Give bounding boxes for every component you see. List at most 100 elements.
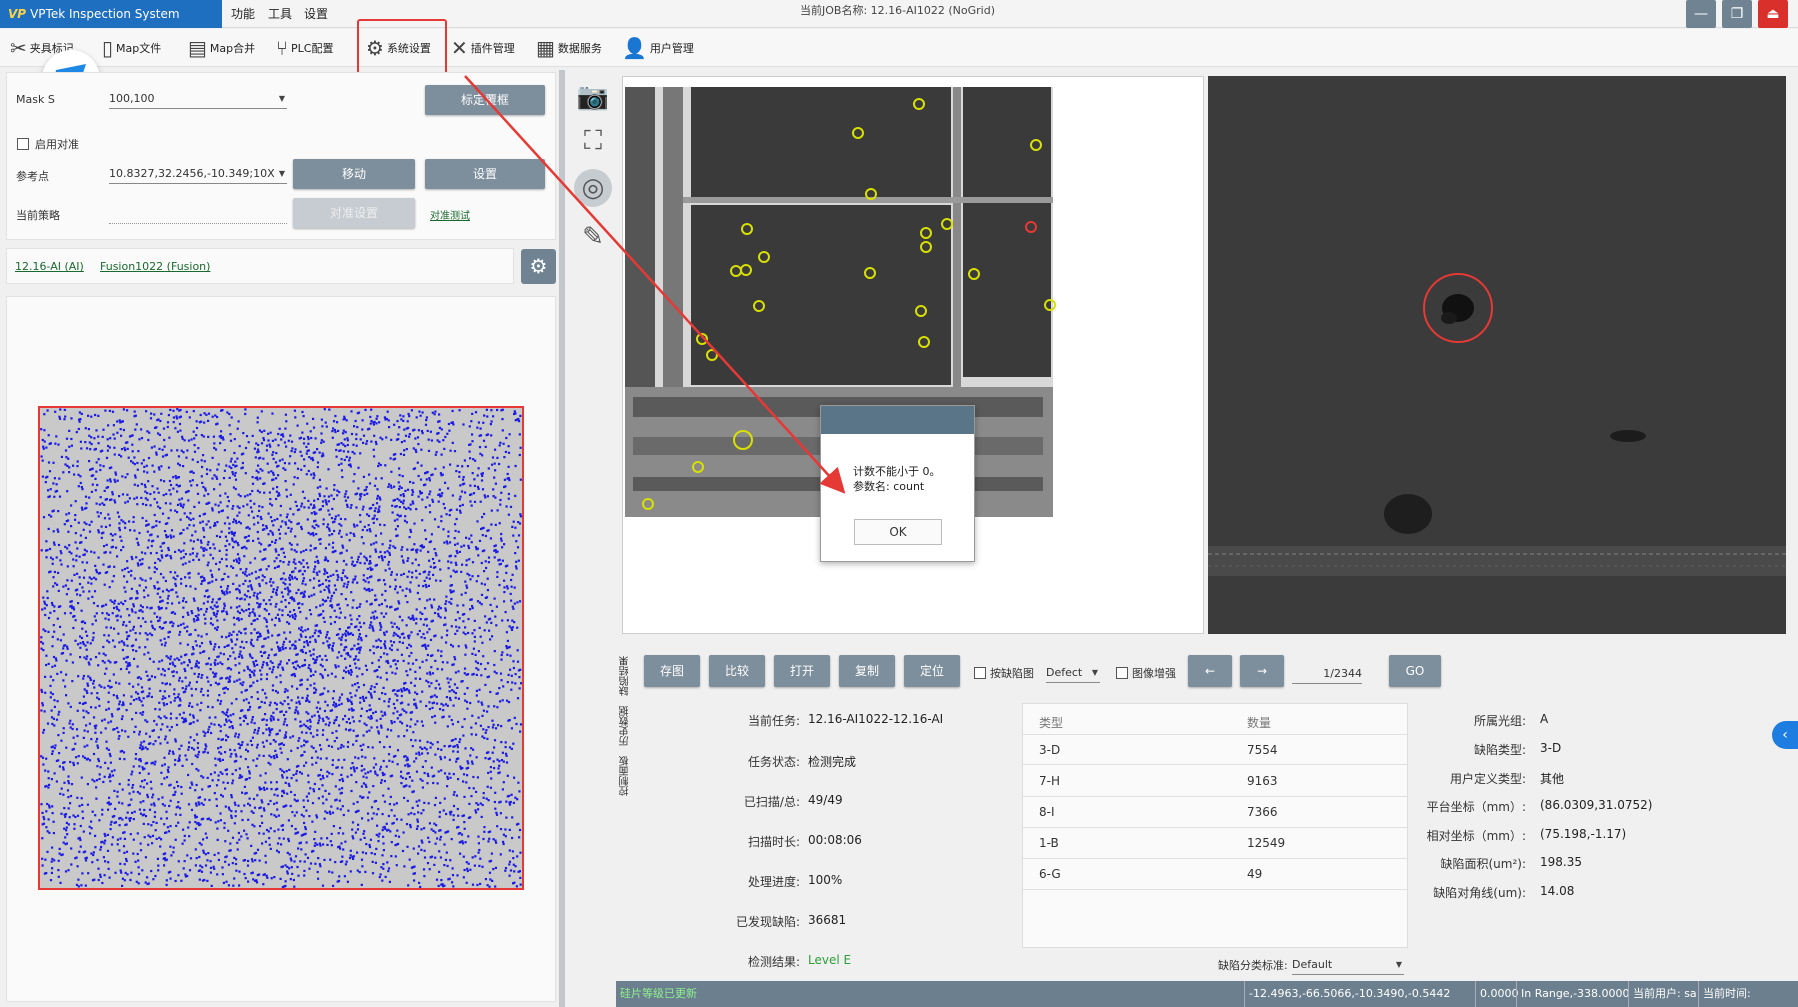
row-type: 1-B <box>1039 836 1059 850</box>
status-message: 硅片等级已更新 <box>620 987 697 1000</box>
copy-button[interactable]: 复制 <box>839 655 895 687</box>
strategy-field[interactable] <box>109 223 287 224</box>
open-button[interactable]: 打开 <box>774 655 830 687</box>
save-image-button[interactable]: 存图 <box>644 655 700 687</box>
align-settings-button[interactable]: 对准设置 <box>293 198 415 228</box>
next-button[interactable]: → <box>1240 655 1284 687</box>
panel-splitter[interactable] <box>559 70 565 1007</box>
table-row[interactable]: 6-G 49 <box>1023 859 1407 890</box>
toolbar-plugins[interactable]: ✕ 插件管理 <box>451 29 515 67</box>
toolbar-plc[interactable]: ⑂ PLC配置 <box>276 29 333 67</box>
row-count: 7366 <box>1247 805 1278 819</box>
detail-label: 缺陷类型: <box>1473 743 1526 757</box>
move-button[interactable]: 移动 <box>293 159 415 189</box>
exit-icon[interactable]: ⏏ <box>1758 0 1788 28</box>
toolbar: ✂ 夹具标记 ▯ Map文件 ▤ Map合并 ⑂ PLC配置 ⚙ 系统设置 ✕ 插件管理 ▦… <box>0 29 1798 67</box>
prev-button[interactable]: ← <box>1188 655 1232 687</box>
toolbar-label: Map合并 <box>209 42 256 55</box>
defect-select[interactable]: Defect ▼ <box>1046 663 1100 683</box>
task-value: 12.16-AI1022-12.16-AI <box>808 712 944 726</box>
defect-closeup-viewer[interactable] <box>1208 76 1786 634</box>
table-row[interactable]: 7-H 9163 <box>1023 766 1407 797</box>
toolbar-data-service[interactable]: ▦ 数据服务 <box>536 29 602 67</box>
alignment-panel: Mask S 100,100 ▼ 标定覆框 启用对准 参考点 10.8327,32… <box>6 72 556 240</box>
locate-button[interactable]: 定位 <box>904 655 960 687</box>
by-defect-checkbox[interactable]: 按缺陷图 <box>974 665 1034 681</box>
measure-icon[interactable]: ✎ <box>574 218 612 256</box>
image-fit-icon[interactable]: ⛶ <box>574 122 612 160</box>
ref-point-combo[interactable]: 10.8327,32.2456,-10.349;10X ▼ <box>109 164 287 184</box>
ok-button[interactable]: OK <box>854 519 942 545</box>
maximize-icon[interactable]: ❐ <box>1722 0 1752 28</box>
merge-icon: ▤ <box>188 36 207 60</box>
detail-label: 用户定义类型: <box>1449 772 1526 786</box>
wafer-map[interactable] <box>38 406 524 890</box>
toolbar-label: Map文件 <box>116 42 162 55</box>
duration-label: 扫描时长: <box>747 835 800 849</box>
dialog-header <box>821 406 974 434</box>
chevron-down-icon: ▼ <box>1091 668 1098 677</box>
table-header-count: 数量 <box>1247 716 1272 730</box>
ref-point-value: 10.8327,32.2456,-10.349;10X <box>109 167 275 180</box>
page-input[interactable]: 1/2344 <box>1292 664 1362 684</box>
status-range: In Range,-338.0000 <box>1516 981 1630 1007</box>
job-link-ai[interactable]: 12.16-AI (AI) <box>15 260 84 273</box>
defect-select-value: Defect <box>1046 666 1083 679</box>
detail-value: 3-D <box>1540 741 1562 755</box>
job-link-fusion[interactable]: Fusion1022 (Fusion) <box>100 260 210 273</box>
align-test-link[interactable]: 对准测试 <box>430 207 470 222</box>
app-title: VPVPTek Inspection System 1.0.0.0 <box>0 0 222 49</box>
refresh-settings-button[interactable]: ⚙ <box>521 249 556 284</box>
detail-value: (75.198,-1.17) <box>1540 827 1627 841</box>
table-row[interactable]: 8-I 7366 <box>1023 797 1407 828</box>
menu-settings[interactable]: 设置 <box>304 0 328 28</box>
app-logo: VP <box>8 7 27 21</box>
job-links-bar: 12.16-AI (AI) Fusion1022 (Fusion) <box>6 248 514 284</box>
row-count: 49 <box>1247 867 1263 881</box>
toolbar-users[interactable]: 👤 用户管理 <box>622 29 694 67</box>
globe-icon[interactable]: ◎ <box>574 169 612 207</box>
duration-value: 00:08:06 <box>808 833 862 847</box>
ref-point-label: 参考点 <box>16 170 49 183</box>
classification-label: 缺陷分类标准: <box>1218 959 1288 972</box>
detail-value: 14.08 <box>1540 884 1575 898</box>
camera-icon[interactable]: 📷 <box>574 78 612 116</box>
set-button[interactable]: 设置 <box>425 159 545 189</box>
highlight-box <box>357 19 447 76</box>
table-row[interactable]: 1-B 12549 <box>1023 828 1407 859</box>
status-time: 当前时间: 13:26:54 <box>1698 981 1798 1007</box>
mask-label: Mask S <box>16 93 55 106</box>
minimize-icon[interactable]: — <box>1686 0 1716 28</box>
collapse-chevron-icon[interactable]: ‹ <box>1772 721 1798 749</box>
toolbar-map-merge[interactable]: ▤ Map合并 <box>188 29 255 67</box>
menu-tools[interactable]: 工具 <box>268 0 292 28</box>
row-type: 8-I <box>1039 805 1055 819</box>
tools-icon: ✕ <box>451 36 468 60</box>
tab-defect-results[interactable]: 缺陷结果 <box>618 648 632 696</box>
status-user: 当前用户: sa <box>1628 981 1697 1007</box>
classification-select[interactable]: Default ▼ <box>1292 955 1404 975</box>
status-bar: 硅片等级已更新 -12.4963,-66.5066,-10.3490,-0.54… <box>616 981 1798 1007</box>
toolbar-label: 插件管理 <box>470 42 515 55</box>
enable-align-checkbox[interactable]: 启用对准 <box>17 136 79 152</box>
checkbox-box <box>1116 667 1128 679</box>
table-row[interactable]: 3-D 7554 <box>1023 734 1407 765</box>
toolbar-map-file[interactable]: ▯ Map文件 <box>102 29 161 67</box>
mask-combo[interactable]: 100,100 ▼ <box>109 89 287 109</box>
enhance-label: 图像增强 <box>1132 667 1176 680</box>
detail-value: (86.0309,31.0752) <box>1540 798 1653 812</box>
scanned-value: 49/49 <box>808 793 843 807</box>
calibrate-button[interactable]: 标定覆框 <box>425 85 545 115</box>
checkbox-box <box>17 138 29 150</box>
detail-value: 其他 <box>1540 772 1565 786</box>
menu-function[interactable]: 功能 <box>231 0 255 28</box>
row-type: 7-H <box>1039 774 1060 788</box>
compare-button[interactable]: 比较 <box>709 655 765 687</box>
status-value: 检测完成 <box>808 755 857 769</box>
by-defect-label: 按缺陷图 <box>990 667 1034 680</box>
go-button[interactable]: GO <box>1389 655 1441 687</box>
enhance-checkbox[interactable]: 图像增强 <box>1116 665 1176 681</box>
chevron-down-icon: ▼ <box>278 169 285 178</box>
job-title: 当前JOB名称: 12.16-AI1022 (NoGrid) <box>800 4 995 17</box>
data-icon: ▦ <box>536 36 555 60</box>
